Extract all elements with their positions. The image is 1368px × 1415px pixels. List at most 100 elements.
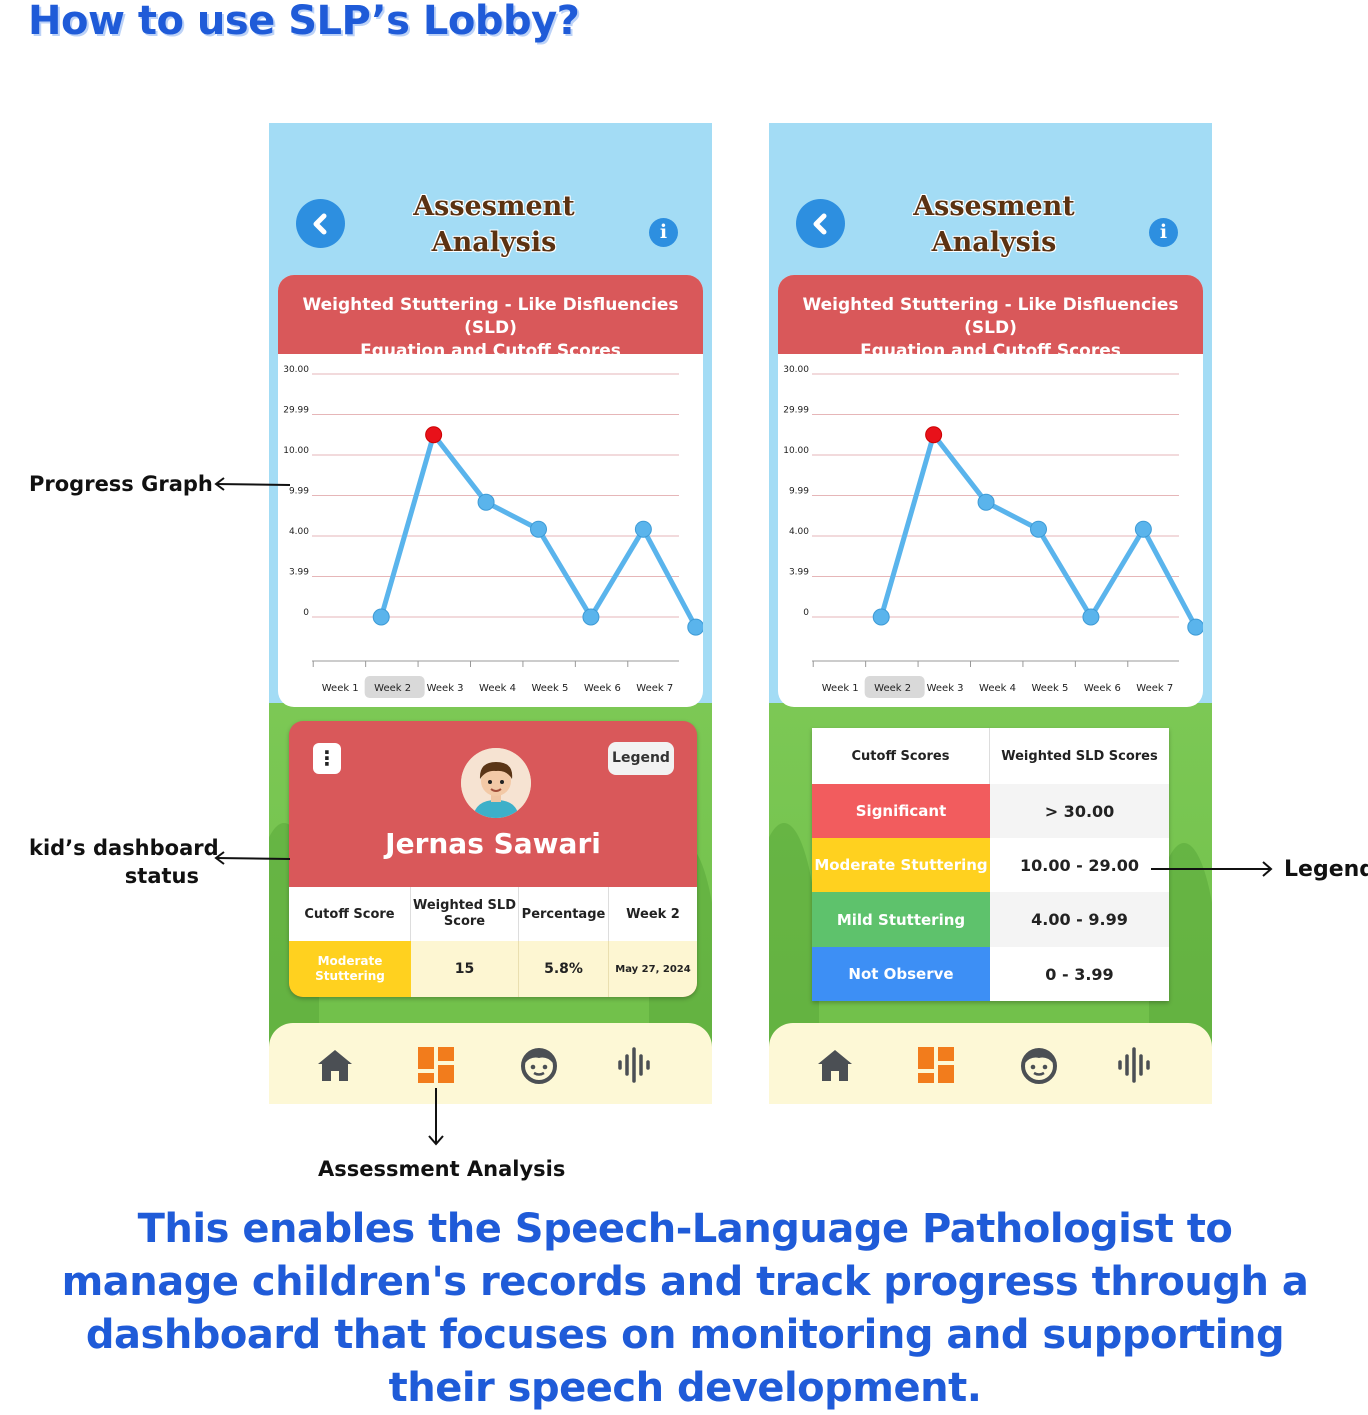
chart-header: Weighted Stuttering - Like Disfluencies … [278, 275, 703, 361]
arrow-down-icon [428, 1088, 444, 1146]
footer-description: This enables the Speech-Language Patholo… [61, 1206, 1309, 1411]
data-point [687, 618, 703, 636]
chevron-left-icon [813, 213, 826, 234]
screen-title-line1: Assesment [413, 191, 575, 222]
highlighted-data-point [425, 426, 443, 444]
phone-screen-dashboard: Assesment Analysis i Weighted Stuttering… [269, 123, 712, 1104]
nav-kid[interactable] [1019, 1045, 1059, 1085]
progress-chart: 30.00 29.99 10.00 9.99 4.00 3.99 0 Week 1 Week 2… [783, 365, 1203, 698]
bottom-nav [769, 1023, 1212, 1104]
data-point [872, 608, 890, 626]
annotation-kid-status-line1: kid’s dashboard [29, 836, 219, 860]
y-tick-label: 30.00 [283, 365, 309, 375]
data-point [977, 493, 995, 511]
bottom-nav [269, 1023, 712, 1104]
y-tick-label: 0 [803, 608, 809, 618]
screen-title-line1: Assesment [913, 191, 1075, 222]
x-tick-label: Week 1 [322, 683, 359, 694]
nav-kid[interactable] [519, 1045, 559, 1085]
legend-header-weighted: Weighted SLD Scores [1001, 748, 1158, 764]
data-point [1187, 618, 1203, 636]
info-button[interactable]: i [1149, 218, 1178, 247]
more-vertical-icon: ⋮ [317, 746, 337, 770]
info-icon: i [1159, 221, 1168, 243]
data-point [530, 520, 547, 538]
nav-dashboard[interactable] [916, 1045, 956, 1085]
progress-chart: 30.00 29.99 10.00 9.99 4.00 3.99 0 Week 1 Week 2… [283, 365, 703, 698]
screen-title: Assesment Analysis [389, 189, 599, 261]
back-button[interactable] [796, 199, 845, 248]
chart-header: Weighted Stuttering - Like Disfluencies … [778, 275, 1203, 361]
back-button[interactable] [296, 199, 345, 248]
data-point [477, 493, 495, 511]
nav-audio[interactable] [1115, 1045, 1155, 1085]
progress-chart-card: Weighted Stuttering - Like Disfluencies … [778, 275, 1203, 707]
annotation-legend: Legend [1284, 857, 1368, 882]
legend-range-not-observe: 0 - 3.99 [990, 947, 1169, 1001]
data-point [1134, 520, 1152, 538]
kid-status-table: Cutoff Score Weighted SLD Score Percenta… [289, 887, 697, 997]
legend-range-significant: > 30.00 [990, 784, 1169, 838]
legend-header-cutoff: Cutoff Scores [812, 728, 990, 784]
arrow-left-icon [214, 477, 291, 491]
y-tick-label: 0 [303, 608, 309, 618]
legend-label-significant: Significant [812, 784, 990, 838]
legend-button[interactable]: Legend [608, 742, 674, 775]
audio-wave-icon [618, 1047, 650, 1083]
data-point [582, 608, 600, 626]
arrow-left-icon [214, 851, 291, 865]
nav-home[interactable] [815, 1045, 855, 1085]
x-tick-label: Week 6 [1084, 683, 1121, 694]
x-tick-label: Week 2 [874, 683, 911, 694]
chart-header-line1: Weighted Stuttering - Like Disfluencies … [802, 295, 1179, 338]
x-tick-label: Week 3 [927, 683, 964, 694]
legend-table: Cutoff Scores Weighted SLD Scores Signif… [812, 728, 1169, 1001]
header-weighted-sld-score: Weighted SLD Score [411, 887, 519, 941]
y-tick-label: 29.99 [283, 406, 309, 416]
legend-label-mild: Mild Stuttering [812, 892, 990, 947]
phone-screen-legend: Assesment Analysis i Weighted Stuttering… [769, 123, 1212, 1104]
data-point [634, 520, 652, 538]
arrow-right-icon [1151, 861, 1273, 877]
annotation-kid-status-line2: status [124, 864, 199, 888]
y-tick-label: 9.99 [789, 487, 809, 497]
kid-avatar-icon [461, 748, 531, 818]
x-tick-label: Week 1 [822, 683, 859, 694]
y-tick-label: 3.99 [789, 568, 809, 578]
y-tick-label: 3.99 [289, 568, 309, 578]
header-percentage: Percentage [519, 887, 609, 941]
status-percentage: 5.8% [519, 941, 609, 997]
screen-title-line2: Analysis [431, 227, 557, 258]
legend-label-moderate: Moderate Stuttering [812, 838, 990, 892]
nav-home[interactable] [315, 1045, 355, 1085]
avatar [461, 748, 531, 818]
status-date: May 27, 2024 [609, 941, 697, 997]
y-tick-label: 9.99 [289, 487, 309, 497]
more-menu-button[interactable]: ⋮ [313, 743, 341, 774]
info-button[interactable]: i [649, 218, 678, 247]
screen-title-line2: Analysis [931, 227, 1057, 258]
legend-range-moderate: 10.00 - 29.00 [990, 838, 1169, 892]
x-tick-label: Week 5 [1031, 683, 1068, 694]
highlighted-data-point [925, 426, 943, 444]
kid-name: Jernas Sawari [385, 827, 601, 860]
y-tick-label: 4.00 [289, 527, 309, 537]
annotation-kid-status: kid’s dashboard status [29, 834, 219, 890]
legend-range-mild: 4.00 - 9.99 [990, 892, 1169, 947]
screen-title: Assesment Analysis [889, 189, 1099, 261]
annotation-assessment-analysis: Assessment Analysis [318, 1157, 566, 1181]
legend-label-not-observe: Not Observe [812, 947, 990, 1001]
nav-dashboard[interactable] [416, 1045, 456, 1085]
info-icon: i [659, 221, 668, 243]
nav-audio[interactable] [615, 1045, 655, 1085]
home-icon [318, 1050, 352, 1081]
home-icon [818, 1050, 852, 1081]
chevron-left-icon [313, 213, 326, 234]
page-title: How to use SLP’s Lobby? [28, 0, 580, 44]
x-tick-label: Week 7 [636, 683, 673, 694]
y-tick-label: 29.99 [783, 406, 809, 416]
data-point [372, 608, 390, 626]
audio-wave-icon [1118, 1047, 1150, 1083]
kid-dashboard-card: ⋮ Legend Jernas Sawari Cutoff Score Weig… [289, 721, 697, 997]
kid-face-icon [521, 1048, 557, 1084]
